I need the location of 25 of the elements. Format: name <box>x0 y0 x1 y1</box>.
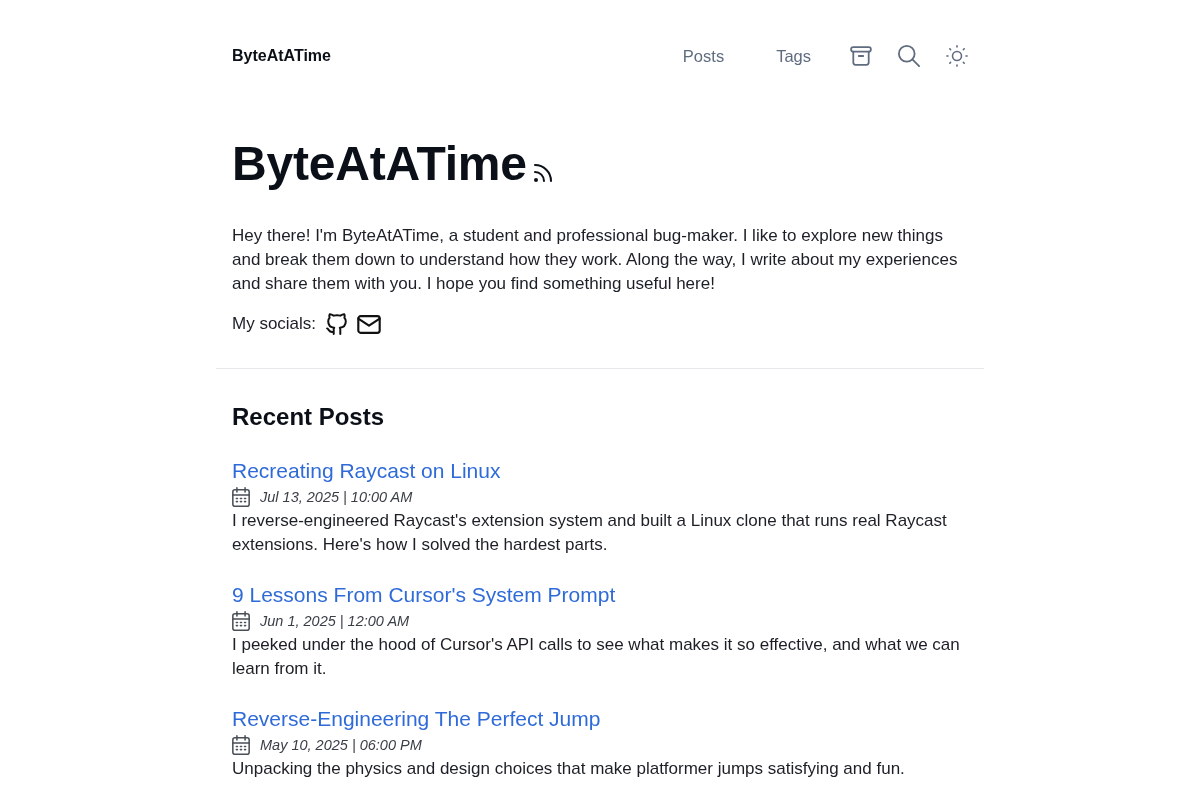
github-icon[interactable] <box>326 313 349 335</box>
mail-icon[interactable] <box>357 314 382 334</box>
section-heading: Recent Posts <box>232 402 386 432</box>
calendar-icon <box>232 611 250 631</box>
post-description: Unpacking the physics and design choices that make platformer jumps satisfying and fun. <box>232 758 906 780</box>
sun-icon[interactable] <box>946 45 968 67</box>
page-title: ByteAtATime <box>232 136 527 192</box>
calendar-icon <box>232 735 250 755</box>
nav-link[interactable]: Tags <box>763 44 824 68</box>
post-description: I reverse-engineered Raycast's extension system and built a Linux clone that runs real Raycast extensions. Here's how I solved the hardest parts. <box>232 510 948 556</box>
post-date: May 10, 2025 | 06:00 PM <box>260 736 422 755</box>
post-description: I peeked under the hood of Cursor's API calls to see what makes it so effective, and what we can learn from it. <box>232 634 961 680</box>
post-date: Jul 13, 2025 | 10:00 AM <box>260 488 413 507</box>
nav-link[interactable]: Posts <box>669 44 738 68</box>
brand-link[interactable]: ByteAtATime <box>232 47 331 65</box>
calendar-icon <box>232 487 250 507</box>
search-icon[interactable] <box>898 45 920 67</box>
archive-icon[interactable] <box>850 46 872 66</box>
post-title-link[interactable]: Recreating Raycast on Linux <box>232 457 501 485</box>
post-title-link[interactable]: 9 Lessons From Cursor's System Prompt <box>232 581 616 609</box>
post-date: Jun 1, 2025 | 12:00 AM <box>260 612 410 631</box>
intro-paragraph: Hey there! I'm ByteAtATime, a student and professional bug-maker. I like to explore new things and break them down to understand how they work. Along the way, I write about my experiences and share them with you. I hope you find something useful here! <box>232 225 959 295</box>
post-title-link[interactable]: Reverse-Engineering The Perfect Jump <box>232 705 601 733</box>
rss-icon[interactable] <box>533 164 552 182</box>
socials-label: My socials: <box>232 313 317 335</box>
